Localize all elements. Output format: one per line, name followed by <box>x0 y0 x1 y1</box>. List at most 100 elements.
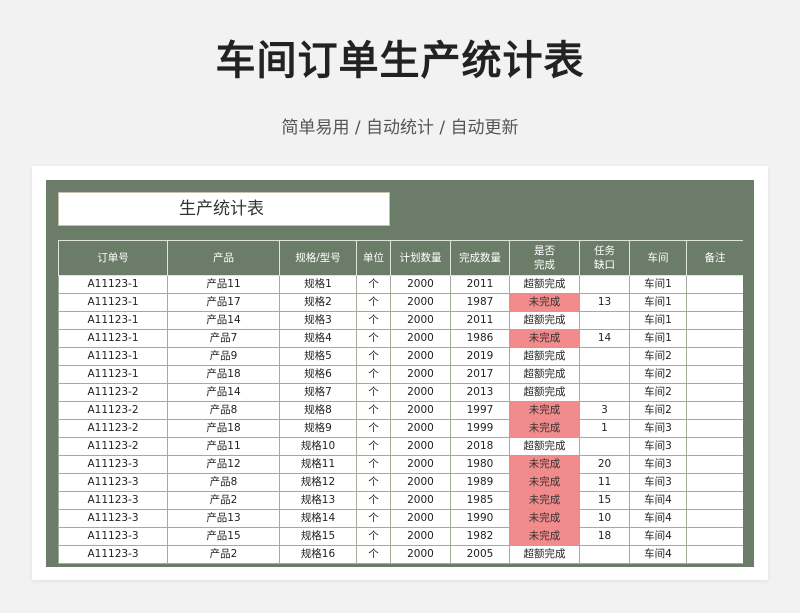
cell-remark[interactable] <box>686 347 743 366</box>
cell-planned-qty[interactable]: 2000 <box>390 509 451 528</box>
cell-spec[interactable]: 规格3 <box>279 311 357 330</box>
cell-unit[interactable]: 个 <box>356 437 391 456</box>
cell-planned-qty[interactable]: 2000 <box>390 419 451 438</box>
cell-order-no[interactable]: A11123-1 <box>58 293 168 312</box>
cell-gap[interactable] <box>579 383 630 402</box>
cell-workshop[interactable]: 车间4 <box>629 509 687 528</box>
cell-unit[interactable]: 个 <box>356 293 391 312</box>
cell-gap[interactable]: 11 <box>579 473 630 492</box>
cell-product[interactable]: 产品13 <box>167 509 280 528</box>
cell-product[interactable]: 产品11 <box>167 437 280 456</box>
cell-workshop[interactable]: 车间2 <box>629 383 687 402</box>
cell-unit[interactable]: 个 <box>356 491 391 510</box>
cell-spec[interactable]: 规格8 <box>279 401 357 420</box>
cell-done-qty[interactable]: 1985 <box>450 491 510 510</box>
cell-is-complete[interactable]: 未完成 <box>509 509 580 528</box>
column-header-unit[interactable]: 单位 <box>356 240 391 276</box>
cell-is-complete[interactable]: 未完成 <box>509 473 580 492</box>
cell-order-no[interactable]: A11123-1 <box>58 347 168 366</box>
cell-remark[interactable] <box>686 275 743 294</box>
cell-gap[interactable] <box>579 347 630 366</box>
cell-remark[interactable] <box>686 437 743 456</box>
cell-workshop[interactable]: 车间3 <box>629 473 687 492</box>
cell-spec[interactable]: 规格6 <box>279 365 357 384</box>
cell-product[interactable]: 产品9 <box>167 347 280 366</box>
cell-product[interactable]: 产品15 <box>167 527 280 546</box>
cell-spec[interactable]: 规格11 <box>279 455 357 474</box>
cell-workshop[interactable]: 车间2 <box>629 365 687 384</box>
cell-product[interactable]: 产品12 <box>167 455 280 474</box>
cell-unit[interactable]: 个 <box>356 401 391 420</box>
cell-product[interactable]: 产品17 <box>167 293 280 312</box>
column-header-gap[interactable]: 任务 缺口 <box>579 240 630 276</box>
cell-planned-qty[interactable]: 2000 <box>390 401 451 420</box>
cell-done-qty[interactable]: 1997 <box>450 401 510 420</box>
cell-order-no[interactable]: A11123-2 <box>58 419 168 438</box>
cell-product[interactable]: 产品7 <box>167 329 280 348</box>
cell-unit[interactable]: 个 <box>356 473 391 492</box>
column-header-spec[interactable]: 规格/型号 <box>279 240 357 276</box>
cell-workshop[interactable]: 车间2 <box>629 401 687 420</box>
cell-unit[interactable]: 个 <box>356 347 391 366</box>
cell-unit[interactable]: 个 <box>356 545 391 564</box>
cell-done-qty[interactable]: 2013 <box>450 383 510 402</box>
cell-order-no[interactable]: A11123-2 <box>58 437 168 456</box>
cell-order-no[interactable]: A11123-1 <box>58 311 168 330</box>
cell-spec[interactable]: 规格15 <box>279 527 357 546</box>
cell-done-qty[interactable]: 1990 <box>450 509 510 528</box>
cell-product[interactable]: 产品18 <box>167 419 280 438</box>
cell-planned-qty[interactable]: 2000 <box>390 383 451 402</box>
cell-unit[interactable]: 个 <box>356 527 391 546</box>
cell-spec[interactable]: 规格7 <box>279 383 357 402</box>
cell-planned-qty[interactable]: 2000 <box>390 437 451 456</box>
cell-workshop[interactable]: 车间2 <box>629 347 687 366</box>
cell-planned-qty[interactable]: 2000 <box>390 311 451 330</box>
cell-unit[interactable]: 个 <box>356 455 391 474</box>
cell-gap[interactable]: 18 <box>579 527 630 546</box>
cell-remark[interactable] <box>686 509 743 528</box>
cell-remark[interactable] <box>686 545 743 564</box>
cell-done-qty[interactable]: 2011 <box>450 275 510 294</box>
cell-product[interactable]: 产品2 <box>167 545 280 564</box>
cell-unit[interactable]: 个 <box>356 509 391 528</box>
cell-unit[interactable]: 个 <box>356 275 391 294</box>
cell-order-no[interactable]: A11123-1 <box>58 275 168 294</box>
cell-spec[interactable]: 规格9 <box>279 419 357 438</box>
cell-order-no[interactable]: A11123-2 <box>58 383 168 402</box>
cell-gap[interactable]: 15 <box>579 491 630 510</box>
column-header-order-no[interactable]: 订单号 <box>58 240 168 276</box>
cell-unit[interactable]: 个 <box>356 365 391 384</box>
cell-is-complete[interactable]: 超额完成 <box>509 365 580 384</box>
cell-spec[interactable]: 规格5 <box>279 347 357 366</box>
cell-unit[interactable]: 个 <box>356 419 391 438</box>
cell-workshop[interactable]: 车间1 <box>629 293 687 312</box>
cell-remark[interactable] <box>686 473 743 492</box>
cell-workshop[interactable]: 车间3 <box>629 419 687 438</box>
cell-order-no[interactable]: A11123-3 <box>58 455 168 474</box>
cell-workshop[interactable]: 车间4 <box>629 491 687 510</box>
cell-workshop[interactable]: 车间3 <box>629 455 687 474</box>
cell-is-complete[interactable]: 超额完成 <box>509 275 580 294</box>
cell-spec[interactable]: 规格14 <box>279 509 357 528</box>
cell-unit[interactable]: 个 <box>356 329 391 348</box>
cell-is-complete[interactable]: 未完成 <box>509 419 580 438</box>
cell-planned-qty[interactable]: 2000 <box>390 473 451 492</box>
cell-workshop[interactable]: 车间1 <box>629 311 687 330</box>
column-header-done-qty[interactable]: 完成数量 <box>450 240 510 276</box>
cell-planned-qty[interactable]: 2000 <box>390 329 451 348</box>
cell-remark[interactable] <box>686 491 743 510</box>
cell-planned-qty[interactable]: 2000 <box>390 347 451 366</box>
cell-remark[interactable] <box>686 311 743 330</box>
cell-done-qty[interactable]: 1987 <box>450 293 510 312</box>
column-header-remark[interactable]: 备注 <box>686 240 743 276</box>
cell-spec[interactable]: 规格4 <box>279 329 357 348</box>
cell-workshop[interactable]: 车间1 <box>629 275 687 294</box>
cell-gap[interactable]: 10 <box>579 509 630 528</box>
cell-unit[interactable]: 个 <box>356 311 391 330</box>
cell-done-qty[interactable]: 1980 <box>450 455 510 474</box>
cell-done-qty[interactable]: 2017 <box>450 365 510 384</box>
cell-order-no[interactable]: A11123-3 <box>58 473 168 492</box>
cell-planned-qty[interactable]: 2000 <box>390 545 451 564</box>
cell-order-no[interactable]: A11123-3 <box>58 527 168 546</box>
cell-planned-qty[interactable]: 2000 <box>390 491 451 510</box>
